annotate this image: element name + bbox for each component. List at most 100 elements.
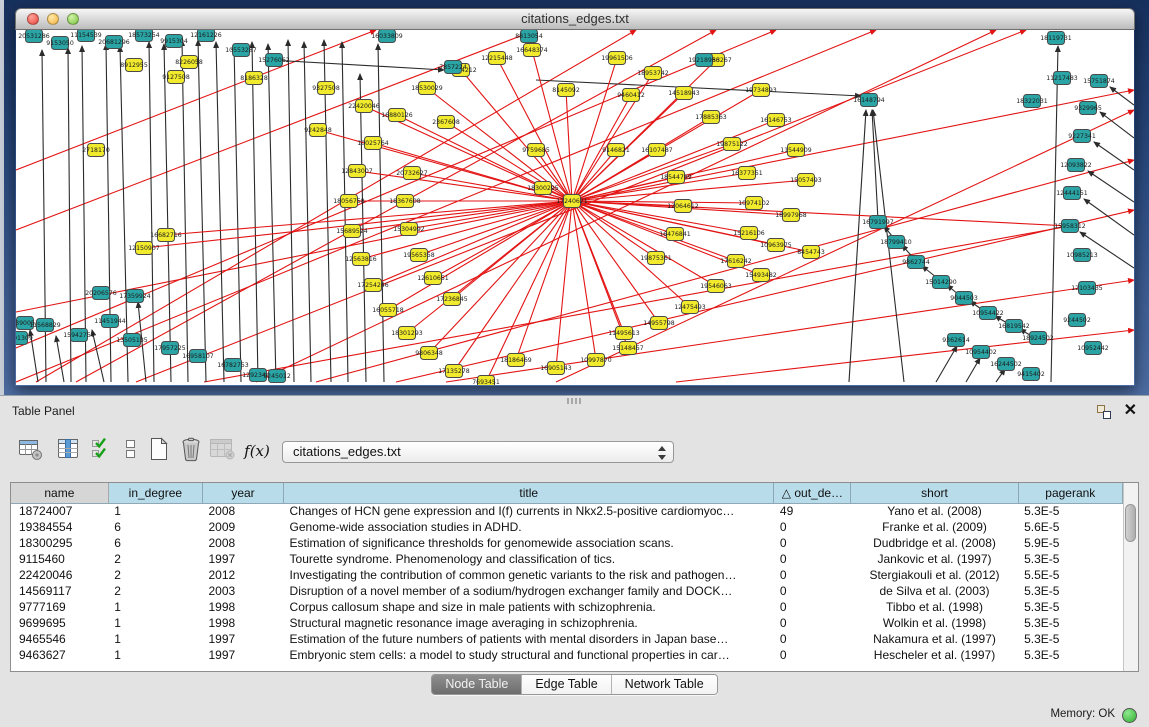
tab-network-table[interactable]: Network Table [612,675,717,694]
graph-node[interactable]: 2367608 [432,116,460,129]
graph-node[interactable]: 17359924 [119,290,151,303]
graph-node[interactable]: 12563816 [345,253,377,266]
graph-node[interactable]: 16682716 [150,229,182,242]
graph-node[interactable]: 15958312 [1054,220,1086,233]
graph-node[interactable]: 12610651 [417,272,449,285]
graph-node[interactable]: 9862744 [902,256,930,269]
table-row[interactable]: 1938455462009Genome-wide association stu… [11,519,1123,535]
graph-node[interactable]: 19734893 [745,84,777,97]
graph-node[interactable]: 9329965 [1074,102,1102,115]
graph-node[interactable]: 12444151 [1056,187,1088,200]
graph-node[interactable]: 16107487 [641,144,673,157]
network-canvas[interactable]: 1724062118530029168801261002576412843007… [16,30,1134,385]
graph-node[interactable]: 16476841 [659,228,691,241]
graph-node[interactable]: 9146821 [602,144,630,157]
graph-node[interactable]: 7693451 [472,376,500,386]
graph-node[interactable]: 14518943 [668,87,700,100]
graph-node[interactable]: 9044503 [950,292,978,305]
graph-node[interactable]: 10952442 [1077,342,1109,355]
graph-node[interactable]: 16033809 [371,30,403,43]
zoom-button[interactable] [67,13,79,25]
close-button[interactable] [27,13,39,25]
graph-node[interactable]: 8454743 [797,246,825,259]
graph-node[interactable]: 16905143 [540,362,572,375]
graph-node[interactable]: 12215448 [481,52,513,65]
graph-node[interactable]: 11451944 [94,315,126,328]
graph-node[interactable]: 18573254 [128,30,160,42]
graph-node[interactable]: 18530029 [411,82,443,95]
column-header-year[interactable]: year [202,483,283,503]
graph-node[interactable]: 11154539 [70,30,102,42]
graph-node[interactable]: 9127508 [162,71,190,84]
graph-node[interactable]: 8145092 [552,84,580,97]
graph-node[interactable]: 18799410 [880,236,912,249]
graph-node[interactable]: 18186469 [500,354,532,367]
graph-node[interactable]: 12103435 [1071,282,1103,295]
network-view[interactable]: 1724062118530029168801261002576412843007… [16,30,1134,385]
graph-node[interactable]: 9327508 [312,82,340,95]
select-columns-button[interactable] [88,436,118,466]
graph-node[interactable]: 16819542 [998,320,1030,333]
graph-node[interactable]: 20531286 [18,30,50,43]
graph-node[interactable]: 9244502 [1063,314,1091,327]
graph-node[interactable]: 15014290 [925,276,957,289]
table-row[interactable]: 2242004622012Investigating the contribut… [11,567,1123,583]
graph-node[interactable]: 9460412 [617,89,645,102]
graph-node[interactable]: 10997870 [580,354,612,367]
graph-node[interactable]: 18322031 [1016,95,1048,108]
float-panel-icon[interactable] [1097,405,1111,419]
graph-node[interactable]: 18119731 [1040,32,1072,45]
table-selector[interactable]: citations_edges.txt [282,441,674,463]
graph-node[interactable]: 12064612 [667,200,699,213]
graph-node[interactable]: 10954402 [965,346,997,359]
graph-node[interactable]: 16880126 [381,109,413,122]
graph-node[interactable]: 10974102 [738,197,770,210]
table-row[interactable]: 911546021997Tourette syndrome. Phenomeno… [11,551,1123,567]
graph-node[interactable]: 15276062 [258,54,290,67]
graph-node[interactable]: 17957225 [154,342,186,355]
create-column-button[interactable] [144,436,174,466]
table-options-button[interactable] [16,436,46,466]
tab-node-table[interactable]: Node Table [432,675,522,694]
table-row[interactable]: 1830029562008Estimation of significance … [11,535,1123,551]
graph-node[interactable]: 10985213 [1066,249,1098,262]
graph-node[interactable]: 18997968 [775,209,807,222]
scrollbar-thumb[interactable] [1125,504,1136,542]
graph-node[interactable]: 8813054 [515,30,543,43]
graph-node[interactable]: 15057493 [790,174,822,187]
column-header-outde[interactable]: △ out_de… [774,483,851,503]
vertical-scrollbar[interactable] [1123,483,1138,671]
graph-node[interactable]: 9362614 [942,334,970,347]
graph-node[interactable]: 10025764 [357,137,389,150]
column-header-pagerank[interactable]: pagerank [1018,483,1122,503]
graph-node[interactable]: 19875122 [716,138,748,151]
network-window-titlebar[interactable]: citations_edges.txt [15,8,1135,30]
graph-node[interactable]: 20681296 [98,36,130,49]
minimize-button[interactable] [47,13,59,25]
graph-node[interactable]: 19875361 [640,252,672,265]
table-row[interactable]: 969969511998Structural magnetic resonanc… [11,615,1123,631]
graph-node[interactable]: 9759685 [522,144,550,157]
graph-node[interactable]: 12843007 [341,165,373,178]
splitter-handle[interactable] [567,398,581,404]
graph-node[interactable]: 16782753 [217,359,249,372]
graph-node[interactable]: 11217483 [1046,72,1078,85]
graph-node[interactable]: 11495613 [608,327,640,340]
show-columns-button[interactable] [54,436,84,466]
tab-edge-table[interactable]: Edge Table [522,675,611,694]
column-header-short[interactable]: short [851,483,1018,503]
table-row[interactable]: 1872400712008Changes of HCN gene express… [11,503,1123,519]
graph-node[interactable]: 18056758 [333,195,365,208]
column-header-title[interactable]: title [284,483,774,503]
table-row[interactable]: 946362711997Embryonic stem cells: a mode… [11,647,1123,663]
graph-node[interactable]: 15942757 [63,329,95,342]
graph-node[interactable]: 10963975 [760,239,792,252]
graph-node[interactable]: 18953742 [637,67,669,80]
table-row[interactable]: 946554611997Estimation of the future num… [11,631,1123,647]
table-row[interactable]: 977716911998Corpus callosum shape and si… [11,599,1123,615]
delete-column-button[interactable] [176,436,206,466]
row-mode-button[interactable] [116,436,146,466]
graph-node[interactable]: 15751874 [1083,75,1115,88]
delete-table-button[interactable] [208,436,238,466]
graph-node[interactable]: 19961506 [601,52,633,65]
